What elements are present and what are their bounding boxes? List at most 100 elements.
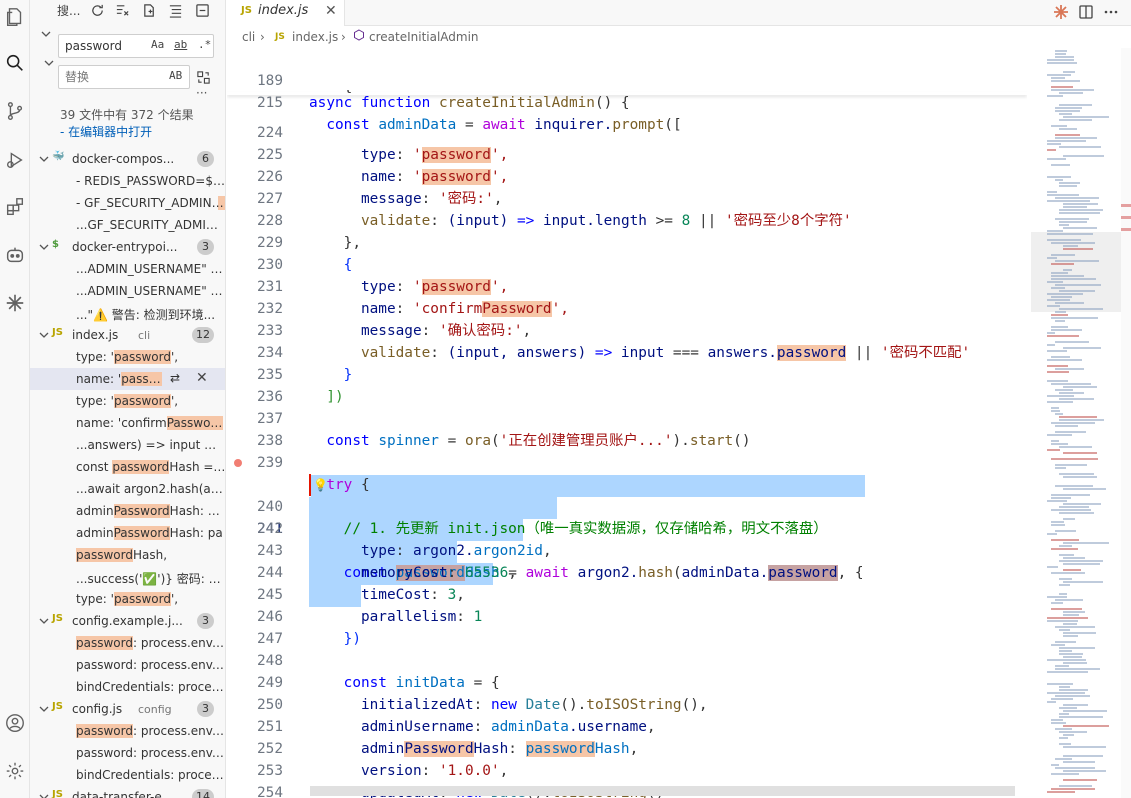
search-match-item[interactable]: bindCredentials: proces... xyxy=(30,764,225,786)
search-match-item[interactable]: password: process.env.R... xyxy=(30,720,225,742)
chevron-down-icon[interactable] xyxy=(38,791,50,798)
explorer-icon[interactable] xyxy=(3,5,27,29)
result-file-row[interactable]: JS data-transfer-e... 14 xyxy=(30,786,225,798)
minimap-line xyxy=(1055,341,1089,343)
search-match-item[interactable]: type: 'password', xyxy=(30,346,225,368)
run-debug-icon[interactable] xyxy=(3,148,27,172)
chevron-down-icon[interactable] xyxy=(43,57,55,69)
cursor xyxy=(309,474,311,496)
search-match-item[interactable]: name: 'passw... ⇄ ✕ xyxy=(30,368,225,390)
search-match-item[interactable]: ..."⚠️ 警告: 检测到环境... xyxy=(30,302,225,324)
account-icon[interactable] xyxy=(3,711,27,735)
search-match-item[interactable]: password: process.env.R... xyxy=(30,654,225,676)
match-case-toggle[interactable]: Aa xyxy=(151,38,164,51)
minimap-line xyxy=(1059,689,1088,691)
open-in-editor-link[interactable]: - 在编辑器中打开 xyxy=(60,123,152,140)
lightbulb-icon[interactable]: 💡 xyxy=(313,474,328,496)
breadcrumb-symbol[interactable]: createInitialAdmin xyxy=(369,30,479,44)
horizontal-scrollbar[interactable] xyxy=(310,786,1015,796)
search-match-item[interactable]: ...ADMIN_USERNAME" ]... xyxy=(30,280,225,302)
search-match-item[interactable]: name: 'confirmPassword', xyxy=(30,412,225,434)
search-match-item[interactable]: - REDIS_PASSWORD=${... xyxy=(30,170,225,192)
chevron-down-icon[interactable] xyxy=(38,241,50,256)
refresh-icon[interactable] xyxy=(88,1,106,19)
minimap-line xyxy=(1047,62,1077,64)
vertical-scrollbar[interactable] xyxy=(1121,48,1131,798)
match-whole-word-toggle[interactable]: ab xyxy=(174,38,187,51)
breadcrumb-folder[interactable]: cli xyxy=(242,30,255,44)
result-file-row[interactable]: JS index.js cli 12 xyxy=(30,324,225,346)
minimap-line xyxy=(1063,710,1107,712)
chevron-down-icon[interactable] xyxy=(38,703,50,718)
search-match-item[interactable]: - GF_SECURITY_ADMIN_... xyxy=(30,192,225,214)
replace-all-icon[interactable] xyxy=(194,68,212,86)
replace-icon[interactable]: ⇄ xyxy=(170,371,180,385)
breadcrumb-file[interactable]: index.js xyxy=(292,30,338,44)
split-editor-icon[interactable] xyxy=(1076,2,1096,22)
result-file-row[interactable]: $ docker-entrypoi... 3 xyxy=(30,236,225,258)
minimap[interactable] xyxy=(1031,48,1121,798)
minimap-line xyxy=(1055,641,1076,643)
code-editor[interactable]: 189 async function createInitialAdmin() … xyxy=(227,48,1027,798)
search-match-item[interactable]: const passwordHash = ... xyxy=(30,456,225,478)
search-input-box[interactable]: Aa ab .* xyxy=(58,34,214,58)
result-file-row[interactable]: JS config.example.j... 3 xyxy=(30,610,225,632)
chevron-down-icon[interactable] xyxy=(38,153,50,168)
source-control-icon[interactable] xyxy=(3,99,27,123)
scrollbar-match-marker xyxy=(1121,216,1131,219)
more-actions-icon[interactable] xyxy=(1101,2,1121,22)
claude-icon[interactable] xyxy=(3,291,27,315)
settings-gear-icon[interactable] xyxy=(3,759,27,783)
close-icon[interactable]: ✕ xyxy=(325,3,337,19)
minimap-line xyxy=(1051,548,1078,550)
minimap-line xyxy=(1051,773,1079,775)
claude-code-icon[interactable] xyxy=(1051,2,1071,22)
result-file-row[interactable]: JS config.js config 3 xyxy=(30,698,225,720)
copilot-icon[interactable] xyxy=(3,243,27,267)
chevron-down-icon[interactable] xyxy=(38,615,50,630)
minimap-line xyxy=(1059,182,1080,184)
minimap-line xyxy=(1055,53,1066,55)
search-icon[interactable] xyxy=(3,51,27,75)
search-match-item[interactable]: ...await argon2.hash(ad... xyxy=(30,478,225,500)
close-icon[interactable]: ✕ xyxy=(196,370,208,386)
replace-input[interactable] xyxy=(65,69,145,85)
code-line: 215 const adminData = await inquirer.pro… xyxy=(257,95,682,133)
chevron-down-icon[interactable] xyxy=(38,329,50,344)
search-match-item[interactable]: ...GF_SECURITY_ADMIN_... xyxy=(30,214,225,236)
clear-results-icon[interactable] xyxy=(113,1,131,19)
replace-input-box[interactable]: AB xyxy=(58,65,190,89)
search-match-item[interactable]: password: process.env.R... xyxy=(30,632,225,654)
search-match-item[interactable]: type: 'password', xyxy=(30,588,225,610)
search-match-item[interactable]: ...success('✅')} 密码: ${... xyxy=(30,566,225,588)
search-match-item[interactable]: type: 'password', xyxy=(30,390,225,412)
search-match-item[interactable]: password: process.env.R... xyxy=(30,742,225,764)
result-file-row[interactable]: 🐳 docker-compos... 6 xyxy=(30,148,225,170)
minimap-line xyxy=(1063,761,1095,763)
preserve-case-toggle[interactable]: AB xyxy=(169,69,182,82)
search-input[interactable] xyxy=(65,38,145,54)
minimap-line xyxy=(1059,92,1083,94)
minimap-line xyxy=(1047,95,1063,97)
chevron-down-icon[interactable] xyxy=(40,28,52,40)
minimap-line xyxy=(1063,611,1085,613)
search-match-item[interactable]: ...answers) => input ==... xyxy=(30,434,225,456)
minimap-line xyxy=(1059,731,1087,733)
extensions-icon[interactable] xyxy=(3,195,27,219)
search-match-item[interactable]: ...ADMIN_USERNAME" ]... xyxy=(30,258,225,280)
more-options-icon[interactable]: ··· xyxy=(196,86,207,100)
search-match-item[interactable]: passwordHash, xyxy=(30,544,225,566)
new-search-editor-icon[interactable] xyxy=(140,1,158,19)
view-as-tree-icon[interactable] xyxy=(166,1,184,19)
minimap-viewport[interactable] xyxy=(1031,232,1121,312)
minimap-line xyxy=(1055,668,1100,670)
search-match-item[interactable]: bindCredentials: proces... xyxy=(30,676,225,698)
minimap-line xyxy=(1051,764,1059,766)
search-match-item[interactable]: adminPasswordHash: pa... xyxy=(30,500,225,522)
breadcrumb-separator: › xyxy=(341,30,346,44)
breakpoint-hint-icon[interactable] xyxy=(234,459,242,467)
search-match-item[interactable]: adminPasswordHash: pa xyxy=(30,522,225,544)
collapse-all-icon[interactable] xyxy=(193,1,211,19)
use-regex-toggle[interactable]: .* xyxy=(198,38,211,51)
tab-index-js[interactable]: JS index.js ✕ xyxy=(227,0,345,26)
